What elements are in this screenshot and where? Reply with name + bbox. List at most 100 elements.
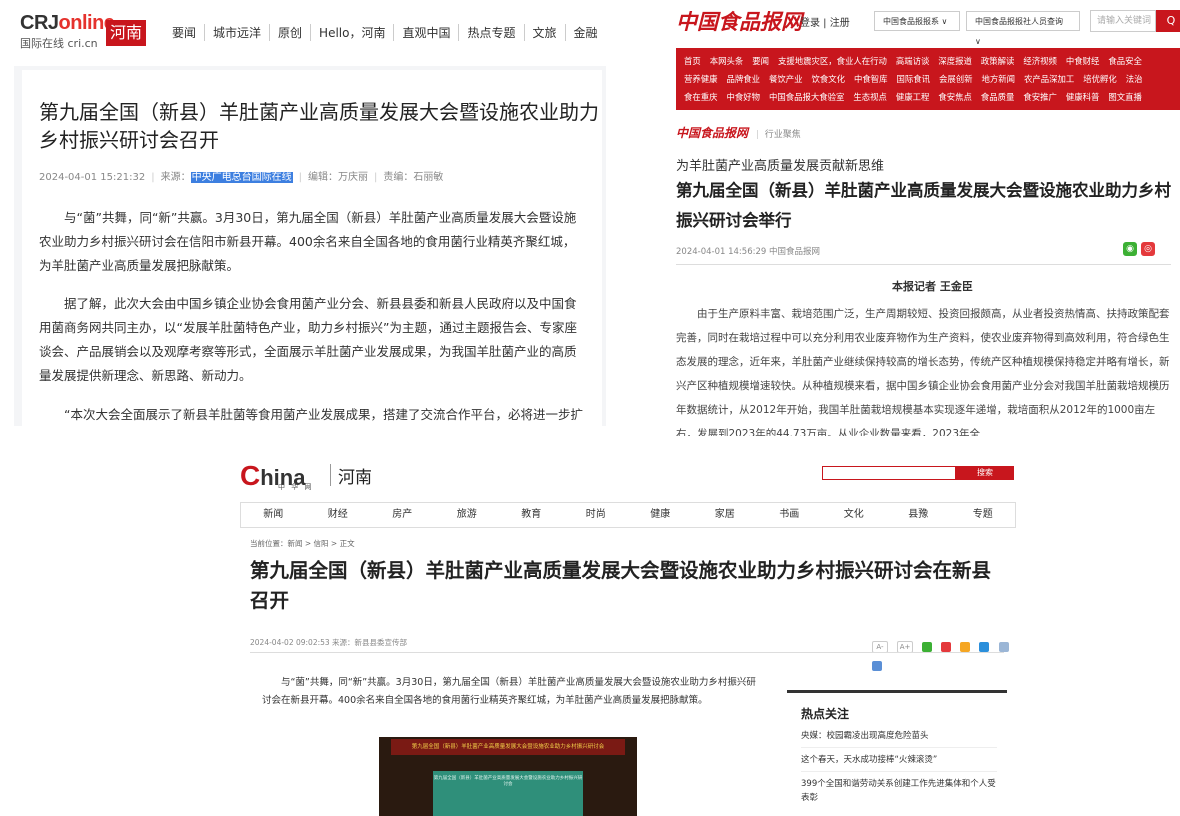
font-decrease-button[interactable]: A-	[872, 640, 888, 653]
cri-proof-editor: 责编：石丽敏	[383, 172, 444, 183]
cfn-channel-link[interactable]: 培优孵化	[1083, 74, 1117, 84]
cfn-channel-link[interactable]: 深度报道	[938, 56, 972, 66]
cfn-channel-link[interactable]: 食安推广	[1023, 92, 1057, 102]
cri-nav-item[interactable]: 文旅	[523, 24, 565, 41]
cfn-channel-link[interactable]: 食品质量	[981, 92, 1015, 102]
china-nav-item[interactable]: 县豫	[886, 503, 951, 527]
cfn-channel-link[interactable]: 国际食讯	[897, 74, 931, 84]
cfn-article-body: 由于生产原料丰富、栽培范围广泛，生产周期较短、投资回报颇高，从业者投资热情高、扶…	[676, 308, 1170, 436]
china-nav-item[interactable]: 时尚	[564, 503, 629, 527]
cfn-channel-link[interactable]: 本网头条	[710, 56, 744, 66]
cfn-channel-link[interactable]: 要闻	[752, 56, 769, 66]
cfn-channel-nav: 首页 本网头条 要闻 支援地震灾区，食业人在行动 高端访谈 深度报道 政策解读 经济视频 中食财…	[676, 48, 1180, 110]
font-increase-button[interactable]: A+	[897, 640, 914, 653]
wechat-share-icon[interactable]	[922, 641, 933, 652]
hot-topic-divider	[801, 747, 997, 748]
cfn-breadcrumb: 中国食品报网 | 行业聚焦	[676, 126, 801, 140]
photo-banner: 第九届全国（新县）羊肚菌产业高质量发展大会暨设施农业助力乡村振兴研讨会	[391, 739, 625, 755]
cfn-breadcrumb-logo[interactable]: 中国食品报网	[676, 126, 748, 140]
qq-share-icon[interactable]	[979, 641, 990, 652]
cfn-channel-link[interactable]: 会展创新	[939, 74, 973, 84]
cri-logo[interactable]: CRJonline 国际在线 cri.cn	[20, 12, 115, 51]
cfn-channel-link[interactable]: 法治	[1126, 74, 1143, 84]
cri-logo-sub: 国际在线 cri.cn	[20, 37, 98, 50]
china-nav-item[interactable]: 文化	[822, 503, 887, 527]
cri-nav-item[interactable]: 金融	[564, 24, 606, 41]
china-logo-c: C	[240, 460, 261, 491]
cfn-channel-link[interactable]: 饮食文化	[812, 74, 846, 84]
china-nav-item[interactable]: 财经	[306, 503, 371, 527]
hot-topics-panel: 热点关注 央媒：校园霸凌出现高度危险苗头 这个春天，天水成功接棒“火辣滚烫” 3…	[787, 690, 1007, 816]
china-nav-item[interactable]: 教育	[499, 503, 564, 527]
cri-nav-item[interactable]: 城市远洋	[204, 24, 269, 41]
cfn-channel-link[interactable]: 营养健康	[684, 74, 718, 84]
cfn-channel-link[interactable]: 图文直播	[1108, 92, 1142, 102]
cfn-article-subhead: 为羊肚菌产业高质量发展贡献新思维	[676, 159, 885, 174]
cri-nav-item[interactable]: 热点专题	[458, 24, 523, 41]
china-nav-item[interactable]: 健康	[628, 503, 693, 527]
cfn-article-meta: 2024-04-01 14:56:29 中国食品报网	[676, 247, 820, 257]
cri-nav-item[interactable]: Hello，河南	[310, 24, 393, 41]
cri-paragraph-1: 与“菌”共舞，同“新”共赢。3月30日，第九届全国（新县）羊肚菌产业高质量发展大…	[39, 210, 577, 273]
weibo-share-icon[interactable]: ◎	[1141, 242, 1155, 256]
china-nav-item[interactable]: 房产	[370, 503, 435, 527]
cfn-channel-link[interactable]: 地方新闻	[982, 74, 1016, 84]
cfn-channel-link[interactable]: 中食好物	[727, 92, 761, 102]
copy-link-icon[interactable]	[998, 641, 1009, 652]
cfn-channel-link[interactable]: 支援地震灾区，食业人在行动	[778, 56, 887, 66]
cfn-breadcrumb-section[interactable]: 行业聚焦	[765, 130, 801, 140]
cfn-dropdown-staff[interactable]: 中国食品报报社人员查询 ∨	[966, 11, 1080, 46]
china-nav-item[interactable]: 书画	[757, 503, 822, 527]
china-search-button[interactable]: 搜索	[956, 466, 1014, 480]
cfn-channel-link[interactable]: 首页	[684, 56, 701, 66]
cfn-channel-link[interactable]: 生态视点	[853, 92, 887, 102]
cfn-channel-link[interactable]: 食安焦点	[938, 92, 972, 102]
cfn-search-button[interactable]: Q	[1156, 10, 1180, 32]
cfn-reporter: 本报记者 王金臣	[892, 280, 973, 293]
cri-article-title: 第九届全国（新县）羊肚菌产业高质量发展大会暨设施农业助力乡村振兴研讨会召开	[39, 100, 599, 152]
hot-topic-item[interactable]: 399个全国和谐劳动关系创建工作先进集体和个人受表彰	[801, 777, 997, 805]
cfn-channel-link[interactable]: 农产品深加工	[1024, 74, 1074, 84]
cfn-channel-link[interactable]: 健康工程	[896, 92, 930, 102]
cfn-channel-link[interactable]: 食在重庆	[684, 92, 718, 102]
cfn-channel-link[interactable]: 高端访谈	[896, 56, 930, 66]
china-nav-item[interactable]: 家居	[693, 503, 758, 527]
cfn-channel-link[interactable]: 餐饮产业	[769, 74, 803, 84]
cri-nav-item[interactable]: 原创	[269, 24, 310, 41]
weibo-share-icon[interactable]	[941, 641, 952, 652]
cri-article: 第九届全国（新县）羊肚菌产业高质量发展大会暨设施农业助力乡村振兴研讨会召开 20…	[22, 70, 602, 426]
cfn-login-register[interactable]: 登录 | 注册	[800, 14, 850, 29]
china-search-input[interactable]	[822, 466, 956, 480]
print-icon[interactable]	[872, 660, 882, 671]
cfn-channel-link[interactable]: 食品安全	[1108, 56, 1142, 66]
cfn-search-input[interactable]: 请输入关键词	[1090, 10, 1156, 32]
cfn-channel-link[interactable]: 中食智库	[854, 74, 888, 84]
china-region-label[interactable]: 河南	[338, 463, 372, 488]
cri-source-link[interactable]: 中央广电总台国际在线	[190, 172, 293, 183]
cfn-channel-link[interactable]: 中国食品报大食验室	[769, 92, 844, 102]
hot-topic-item[interactable]: 这个春天，天水成功接棒“火辣滚烫”	[801, 753, 997, 767]
cri-article-meta: 2024-04-01 15:21:32 | 来源：中央广电总台国际在线 | 编辑：万庆丽…	[39, 172, 444, 183]
china-nav-item[interactable]: 旅游	[435, 503, 500, 527]
china-nav-item[interactable]: 新闻	[241, 503, 306, 527]
cfn-dropdown-papers[interactable]: 中国食品报报系 ∨	[874, 11, 960, 31]
cri-source-label: 来源：	[160, 172, 191, 183]
qzone-share-icon[interactable]	[960, 641, 971, 652]
cfn-channel-link[interactable]: 经济视频	[1023, 56, 1057, 66]
hot-topics-title: 热点关注	[801, 707, 850, 721]
cri-region-badge[interactable]: 河南	[106, 20, 146, 46]
hot-topic-item[interactable]: 央媒：校园霸凌出现高度危险苗头	[801, 729, 997, 743]
cfn-channel-link[interactable]: 健康科普	[1066, 92, 1100, 102]
cri-nav-item[interactable]: 直观中国	[393, 24, 458, 41]
china-logo-cn: 中 华 网	[278, 483, 314, 491]
cfn-logo[interactable]: 中国食品报网	[676, 6, 802, 36]
conference-photo: 第九届全国（新县）羊肚菌产业高质量发展大会暨设施农业助力乡村振兴研讨会 第九届全…	[379, 737, 637, 816]
china-nav-item[interactable]: 专题	[951, 503, 1016, 527]
cfn-channel-link[interactable]: 中食财经	[1066, 56, 1100, 66]
logo-divider	[330, 464, 331, 486]
cfn-channel-link[interactable]: 品牌食业	[727, 74, 761, 84]
wechat-share-icon[interactable]: ◉	[1123, 242, 1137, 256]
cfn-channel-link[interactable]: 政策解读	[981, 56, 1015, 66]
china-nav: 新闻 财经 房产 旅游 教育 时尚 健康 家居 书画 文化 县豫 专题	[240, 502, 1016, 528]
cri-nav-item[interactable]: 要闻	[164, 24, 204, 41]
